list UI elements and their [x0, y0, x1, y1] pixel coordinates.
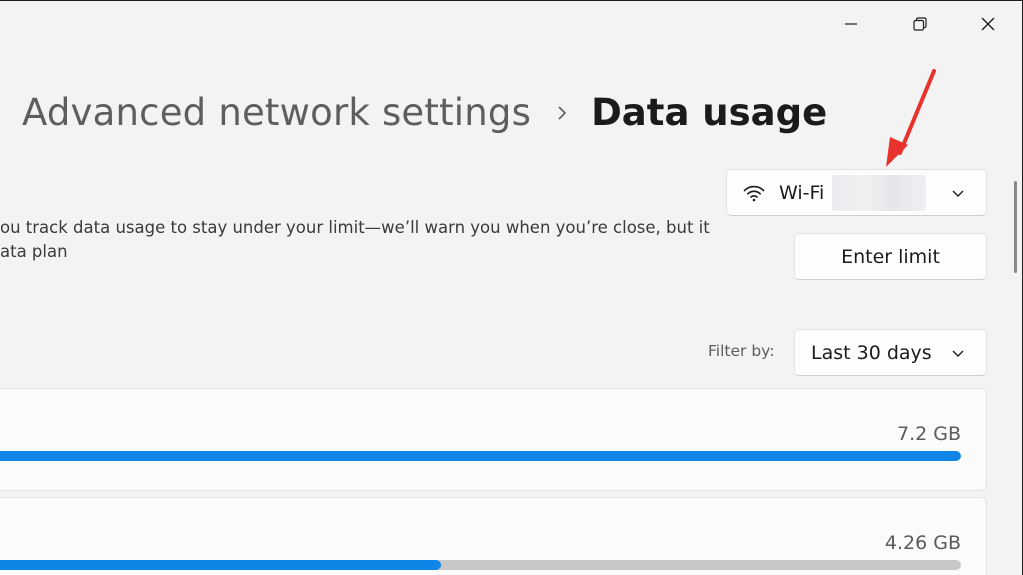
network-select[interactable]: Wi-Fi: [726, 169, 987, 216]
wifi-icon: [743, 185, 765, 201]
restore-icon: [913, 17, 927, 31]
usage-amount: 4.26 GB: [884, 532, 961, 554]
description-line-2: ata plan: [0, 242, 68, 261]
enter-limit-label: Enter limit: [841, 245, 940, 268]
settings-window: Advanced network settings Data usage Wi-…: [0, 0, 1023, 575]
usage-progress-bar: [0, 560, 961, 570]
annotation-arrow-icon: [886, 69, 936, 167]
usage-progress-fill: [0, 451, 961, 461]
usage-progress-fill: [0, 560, 442, 570]
close-icon: [981, 17, 995, 31]
usage-progress-bar: [0, 451, 961, 461]
breadcrumb: Advanced network settings Data usage: [22, 89, 827, 137]
minimize-button[interactable]: [828, 1, 874, 47]
redacted-network-name: [832, 174, 927, 211]
chevron-down-icon: [952, 350, 964, 357]
usage-list-item[interactable]: 7.2 GB: [0, 388, 987, 491]
enter-limit-button[interactable]: Enter limit: [794, 233, 987, 280]
chevron-down-icon: [952, 190, 964, 197]
usage-list-item[interactable]: 4.26 GB: [0, 497, 987, 575]
usage-amount: 7.2 GB: [896, 423, 961, 445]
chevron-right-icon: [555, 105, 569, 121]
data-limit-description: ou track data usage to stay under your l…: [0, 216, 710, 264]
vertical-scrollbar[interactable]: [1014, 181, 1017, 273]
close-button[interactable]: [965, 1, 1011, 47]
network-select-label: Wi-Fi: [779, 181, 825, 204]
minimize-icon: [845, 23, 857, 25]
breadcrumb-parent-link[interactable]: Advanced network settings: [22, 89, 531, 137]
page-title: Data usage: [591, 91, 828, 134]
description-line-1: ou track data usage to stay under your l…: [0, 218, 710, 237]
filter-label: Filter by:: [708, 342, 775, 360]
filter-selected-value: Last 30 days: [811, 341, 932, 364]
filter-select[interactable]: Last 30 days: [794, 329, 987, 376]
restore-button[interactable]: [897, 1, 943, 47]
